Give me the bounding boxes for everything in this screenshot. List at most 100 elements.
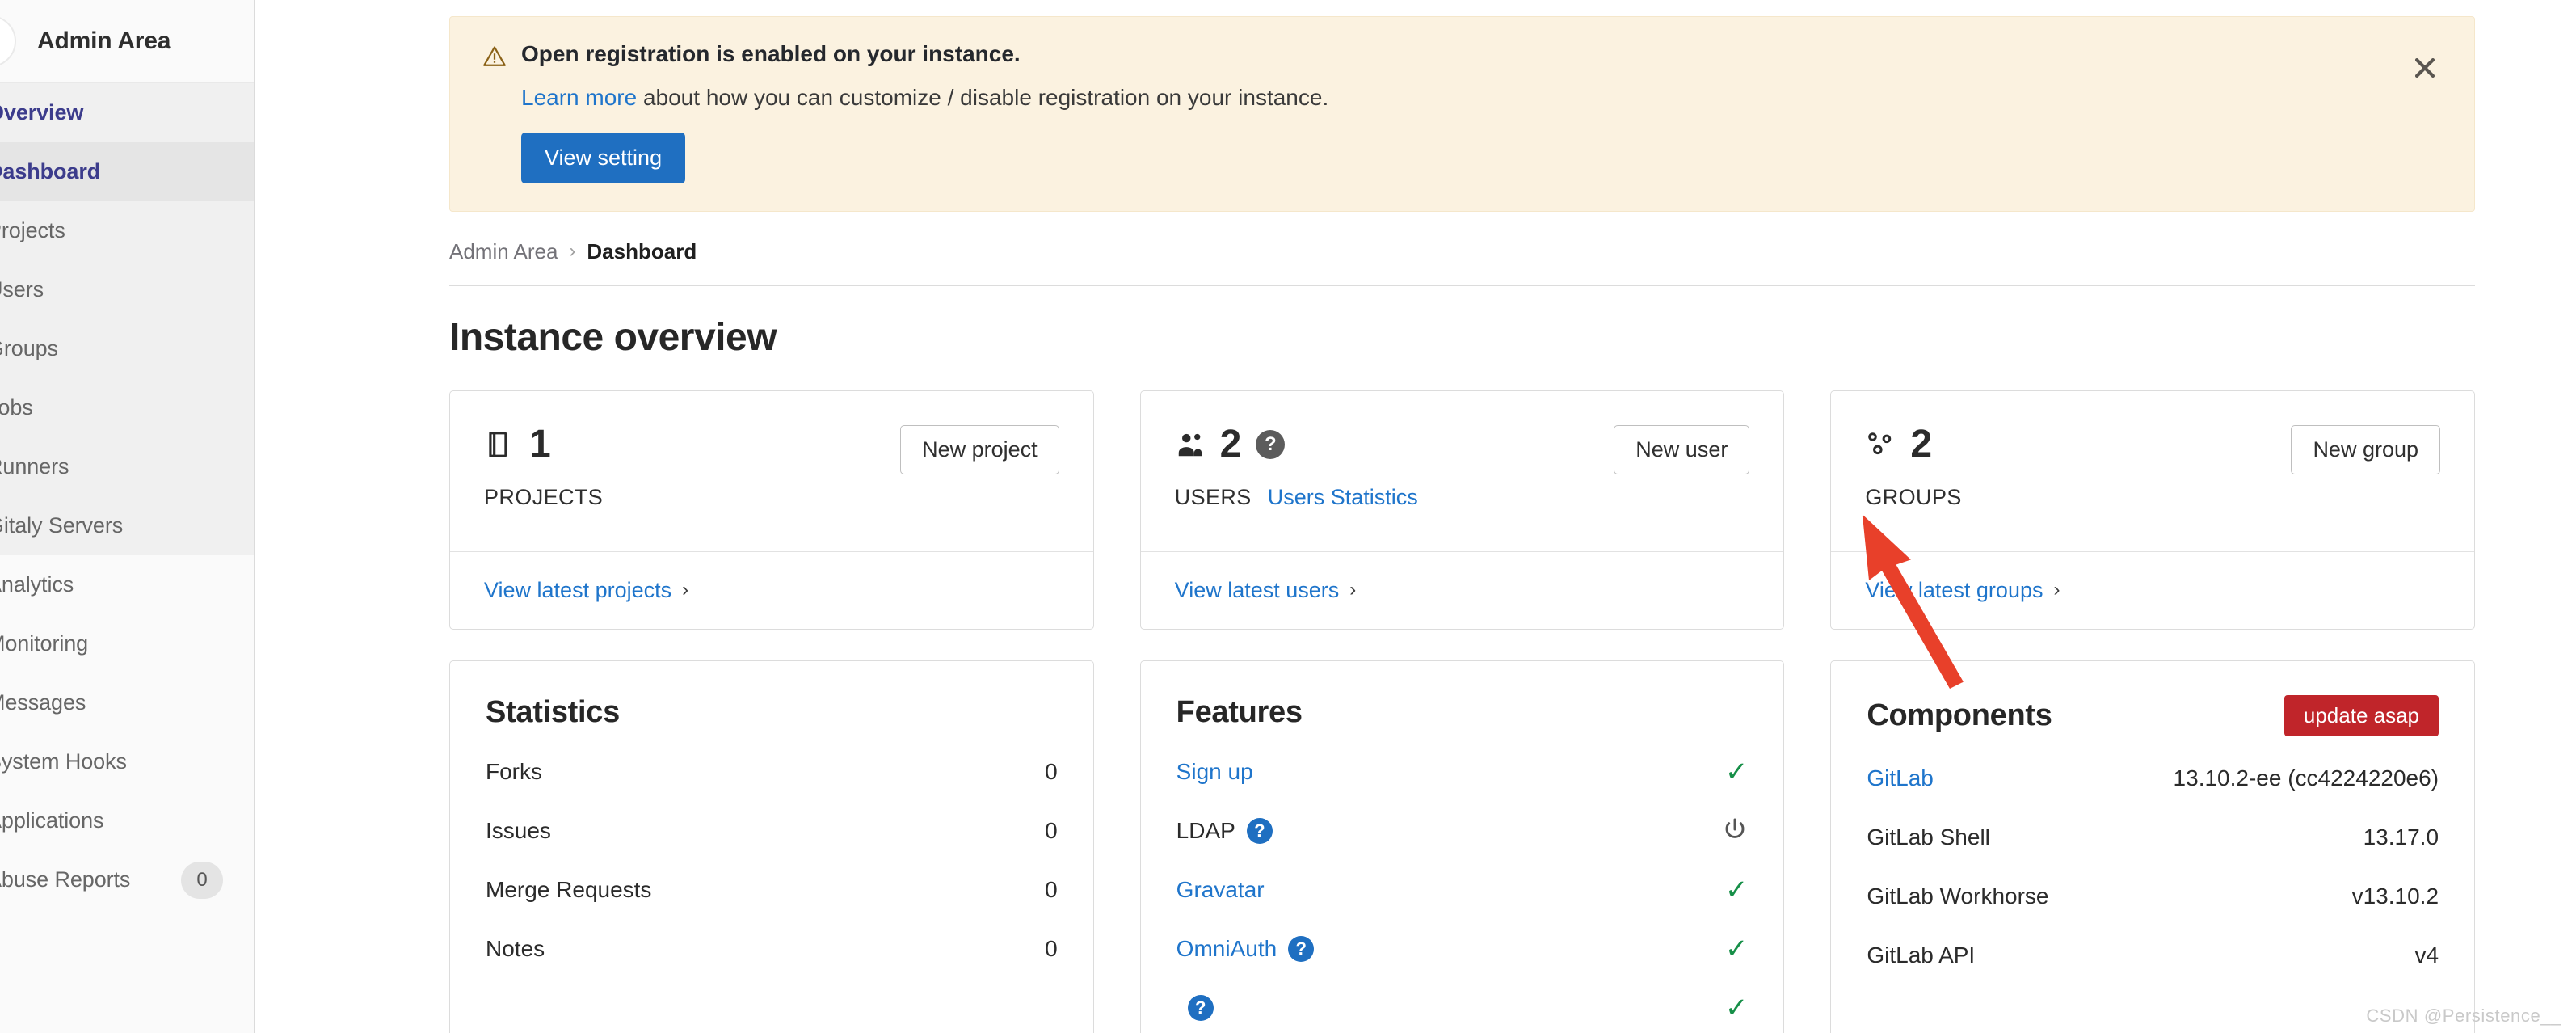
stat-card-footer: View latest projects › [450, 550, 1093, 629]
panel-row-label: Notes [486, 936, 545, 962]
panel-row-label-wrap[interactable]: GitLab [1867, 765, 1934, 791]
sidebar-item-jobs[interactable]: Jobs [0, 378, 254, 437]
help-circle-icon[interactable]: ? [1256, 429, 1286, 459]
sidebar-item-label: Applications [0, 808, 104, 833]
stat-count: 1 [529, 422, 551, 466]
panel-row: Merge Requests 0 [486, 861, 1058, 920]
sidebar-item-label: Users [0, 277, 44, 301]
check-icon: ✓ [1724, 875, 1749, 906]
sidebar-item-analytics[interactable]: Analytics [0, 555, 254, 614]
sidebar-item-messages[interactable]: Messages [0, 673, 254, 732]
sidebar-item-label: Runners [0, 454, 69, 479]
page-title: Instance overview [449, 315, 777, 359]
panel-row-label-wrap: Notes [486, 936, 545, 962]
panel-row-value: 0 [1045, 936, 1058, 962]
alert-body: Learn more about how you can customize /… [521, 83, 2442, 112]
update-asap-badge: update asap [2283, 694, 2439, 736]
panel-row: Issues 0 [486, 802, 1058, 861]
sidebar-item-abuse-reports[interactable]: Abuse Reports 0 [0, 850, 254, 909]
statistics-panel: Statistics Forks 0 Issues 0 Merge Requests 0 No… [449, 660, 1094, 1033]
panel-row-label-wrap: Issues [486, 818, 551, 844]
stat-card-left: 1 PROJECTS [484, 422, 603, 510]
breadcrumb-admin-area[interactable]: Admin Area [449, 239, 558, 264]
help-circle-icon[interactable]: ? [1187, 995, 1214, 1022]
sidebar-nav-list: Overview Dashboard Projects Users Groups Jobs… [0, 83, 254, 909]
features-panel-body: Features Sign up ✓ LDAP? Gravatar ✓ OmniAuth? ✓… [1141, 661, 1784, 1033]
sidebar-item-applications[interactable]: Applications [0, 791, 254, 850]
sidebar-item-system-hooks[interactable]: System Hooks [0, 732, 254, 791]
check-icon: ✓ [1724, 757, 1749, 788]
sidebar-item-monitoring[interactable]: Monitoring [0, 614, 254, 673]
sidebar-item-overview[interactable]: Overview [0, 83, 254, 142]
view-setting-button[interactable]: View setting [521, 132, 686, 183]
sidebar-group-1: Analytics Monitoring Messages System Hooks A… [0, 555, 254, 909]
chevron-right-icon: › [682, 579, 689, 601]
sidebar-item-label: Abuse Reports [0, 867, 131, 892]
panel-row-label-wrap[interactable]: Sign up [1176, 759, 1253, 785]
view-latest-label: View latest users [1174, 577, 1340, 602]
panel-row-label-wrap: GitLab Shell [1867, 824, 1990, 850]
panel-title: Features [1176, 694, 1303, 729]
check-icon: ✓ [1724, 993, 1749, 1024]
sidebar-item-projects[interactable]: Projects [0, 201, 254, 260]
sidebar-item-users[interactable]: Users [0, 260, 254, 319]
stat-label-row: USERS Users Statistics [1175, 485, 1418, 510]
main-content: Open registration is enabled on your ins… [255, 0, 2576, 1033]
panel-row-label-wrap: GitLab Workhorse [1867, 883, 2048, 909]
sidebar-item-label: Messages [0, 690, 86, 715]
components-panel-body: Components update asap GitLab 13.10.2-ee (c… [1831, 661, 2474, 985]
sidebar-item-label: System Hooks [0, 749, 127, 774]
sidebar-item-groups[interactable]: Groups [0, 319, 254, 378]
help-circle-icon[interactable]: ? [1246, 818, 1273, 845]
panel-row-label-wrap[interactable]: Gravatar [1176, 877, 1265, 903]
sidebar-item-label: Gitaly Servers [0, 513, 124, 538]
new-project-button[interactable]: New project [900, 424, 1059, 474]
stat-card-body: 2 GROUPS New group [1831, 391, 2474, 551]
panel-row: Forks 0 [486, 743, 1058, 802]
alert-body-text: about how you can customize / disable re… [637, 85, 1329, 111]
view-latest-link[interactable]: View latest groups › [1865, 578, 2060, 603]
stat-card-footer: View latest groups › [1831, 550, 2475, 629]
stat-card-left: 2? USERS Users Statistics [1175, 424, 1418, 510]
panel-row-label: GitLab Shell [1867, 824, 1990, 850]
stat-card-users: 2? USERS Users Statistics New user View late… [1139, 390, 1785, 630]
stat-card-body: 2? USERS Users Statistics New user [1141, 391, 1784, 551]
learn-more-link[interactable]: Learn more [521, 85, 637, 110]
check-icon: ✓ [1724, 934, 1749, 965]
group-icon [1865, 429, 1896, 460]
view-latest-label: View latest groups [1865, 577, 2044, 602]
sidebar-item-gitaly-servers[interactable]: Gitaly Servers [0, 496, 254, 555]
open-registration-alert: Open registration is enabled on your ins… [449, 16, 2475, 212]
stat-label-row: GROUPS [1865, 485, 1961, 510]
sidebar-header: Admin Area [0, 0, 254, 83]
sidebar-item-dashboard[interactable]: Dashboard [0, 142, 254, 201]
new-user-button[interactable]: New user [1614, 424, 1750, 474]
breadcrumb: Admin Area › Dashboard [449, 239, 2475, 286]
chevron-right-icon: › [2053, 579, 2060, 601]
panel-title: Statistics [486, 694, 620, 729]
panel-row-label-wrap[interactable]: OmniAuth? [1176, 936, 1315, 963]
new-group-button[interactable]: New group [2291, 424, 2441, 474]
sidebar-item-label: Monitoring [0, 631, 89, 656]
panel-row-value: 0 [1045, 877, 1058, 903]
panel-row: Notes 0 [486, 920, 1058, 979]
stat-label-row: PROJECTS [484, 485, 603, 510]
close-icon[interactable] [2411, 54, 2439, 82]
warning-triangle-icon [482, 44, 507, 69]
stat-count-row: 1 [484, 422, 603, 466]
sidebar-item-runners[interactable]: Runners [0, 437, 254, 496]
sidebar-item-label: Groups [0, 336, 58, 360]
users-statistics-link[interactable]: Users Statistics [1268, 485, 1418, 510]
watermark: CSDN @Persistence__ [2366, 1006, 2561, 1026]
view-latest-link[interactable]: View latest users › [1175, 578, 1357, 603]
panel-row: GitLab 13.10.2-ee (cc4224220e6) [1867, 749, 2439, 808]
panel-row-label: Issues [486, 818, 551, 844]
sidebar-item-label: Jobs [0, 395, 33, 420]
sidebar-item-badge: 0 [181, 861, 223, 899]
help-circle-icon[interactable]: ? [1288, 936, 1315, 963]
panel-header: Statistics [486, 695, 1058, 730]
view-latest-link[interactable]: View latest projects › [484, 578, 688, 603]
panel-row-label-wrap[interactable]: ? [1176, 995, 1214, 1022]
panel-row-label-wrap: LDAP? [1176, 818, 1273, 845]
sidebar-title: Admin Area [37, 27, 171, 54]
